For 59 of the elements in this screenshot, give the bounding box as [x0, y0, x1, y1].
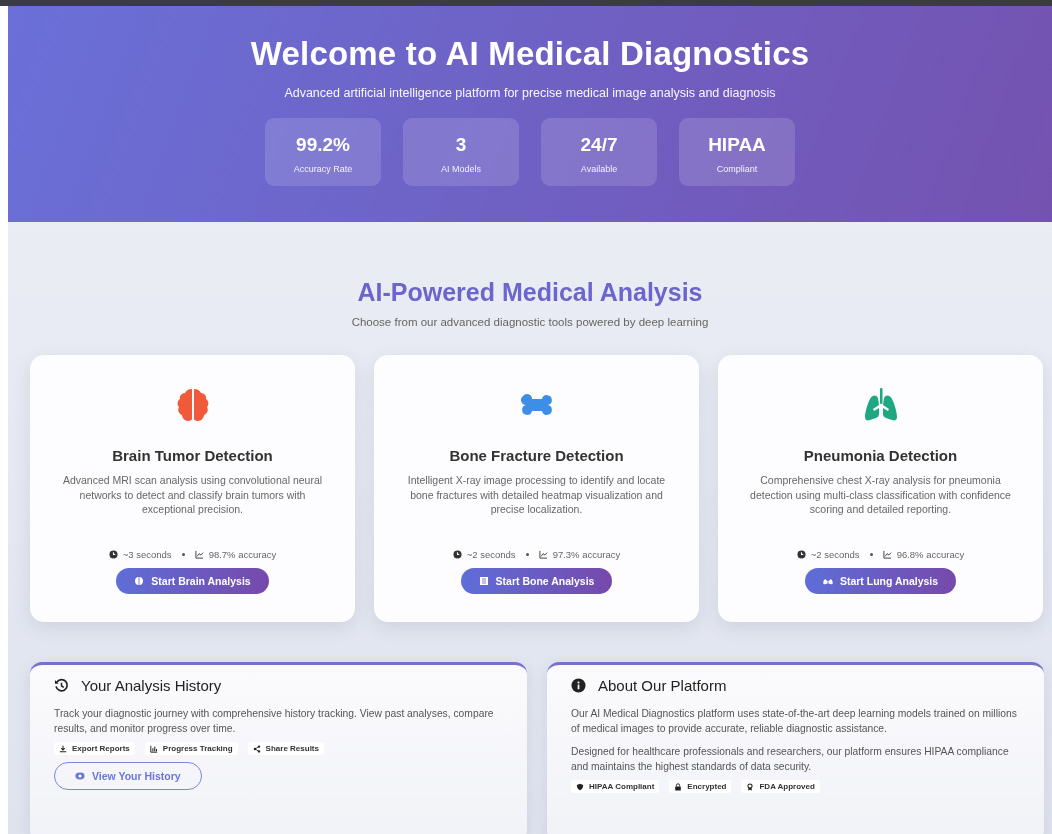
section-subtitle: Choose from our advanced diagnostic tools powered by deep learning: [350, 316, 710, 328]
separator-dot: [869, 553, 873, 556]
download-icon: [59, 744, 67, 753]
time-estimate: ~3 seconds: [122, 549, 172, 560]
share-icon: [252, 744, 261, 753]
card-description: Advanced MRI scan analysis using convolutional neural networks to detect and classify brain tumors with exceptional precision.: [61, 473, 324, 517]
time-estimate: ~2 seconds: [466, 549, 516, 560]
stat-value: 3: [454, 134, 468, 156]
panel-text: Our AI Medical Diagnostics platform uses state-of-the-art deep learning models trained on millions of medical images to provide accurate, reliable diagnostic assistance.: [571, 707, 1018, 736]
separator-dot: [525, 553, 529, 556]
hero-subtitle: Advanced artificial intelligence platform for precise medical image analysis and diagnosis: [283, 86, 777, 100]
stat-value: 99.2%: [295, 134, 351, 156]
accuracy-value: 96.8% accuracy: [896, 549, 965, 560]
card-description: Comprehensive chest X-ray analysis for pneumonia detection using multi-class classification with confidence scoring and detailed reporting.: [749, 473, 1012, 517]
stat-value: HIPAA: [707, 134, 767, 156]
tag-label: Share Results: [265, 744, 319, 753]
section-title: AI-Powered Medical Analysis: [356, 277, 704, 308]
chart-icon: [194, 550, 204, 559]
panel-text: Track your diagnostic journey with comprehensive history tracking. View past analyses, compare results, and monitor progress over time.: [54, 707, 495, 736]
chart-icon: [882, 550, 892, 559]
award-icon: [746, 782, 755, 791]
separator-dot: [181, 553, 185, 556]
eye-icon: [75, 771, 85, 781]
lock-icon: [674, 782, 683, 791]
clock-icon: [796, 550, 806, 559]
stat-label: Compliant: [715, 164, 759, 174]
info-icon: [571, 678, 586, 693]
start-analysis-button[interactable]: Start Bone Analysis: [460, 568, 613, 594]
stat-label: AI Models: [440, 164, 482, 174]
tag-label: Progress Tracking: [162, 744, 233, 753]
card-description: Intelligent X-ray image processing to identify and locate bone fractures with detailed heatmap visualization and precise localization.: [406, 473, 667, 517]
page-title: Welcome to AI Medical Diagnostics: [249, 34, 811, 74]
tag-label: Export Reports: [72, 744, 130, 753]
time-estimate: ~2 seconds: [810, 549, 860, 560]
card-title: Bone Fracture Detection: [449, 447, 624, 465]
panel-title: Your Analysis History: [81, 677, 222, 694]
accuracy-value: 97.3% accuracy: [552, 549, 621, 560]
clock-icon: [452, 550, 462, 559]
start-analysis-button[interactable]: Start Lung Analysis: [804, 568, 957, 594]
shield-icon: [576, 782, 584, 791]
card-title: Brain Tumor Detection: [112, 447, 273, 465]
bar-chart-icon: [149, 744, 158, 753]
card-title: Pneumonia Detection: [803, 447, 958, 465]
panel-text: Designed for healthcare professionals and researchers, our platform ensures HIPAA compliance and maintains the highest standards of data security.: [571, 745, 1010, 774]
stat-label: Accuracy Rate: [292, 164, 354, 174]
stat-label: Available: [579, 164, 619, 174]
start-analysis-button[interactable]: Start Brain Analysis: [116, 568, 269, 594]
tag-label: HIPAA Compliant: [589, 782, 655, 791]
history-icon: [54, 678, 69, 693]
tag-label: FDA Approved: [759, 782, 815, 791]
accuracy-value: 98.7% accuracy: [208, 549, 277, 560]
brain-icon: [134, 576, 145, 586]
stat-value: 24/7: [579, 134, 619, 156]
tag-label: Encrypted: [687, 782, 727, 791]
x-ray-icon: [478, 576, 489, 586]
lungs-icon: [822, 576, 833, 586]
chart-icon: [538, 550, 548, 559]
clock-icon: [108, 550, 118, 559]
panel-title: About Our Platform: [598, 677, 727, 694]
